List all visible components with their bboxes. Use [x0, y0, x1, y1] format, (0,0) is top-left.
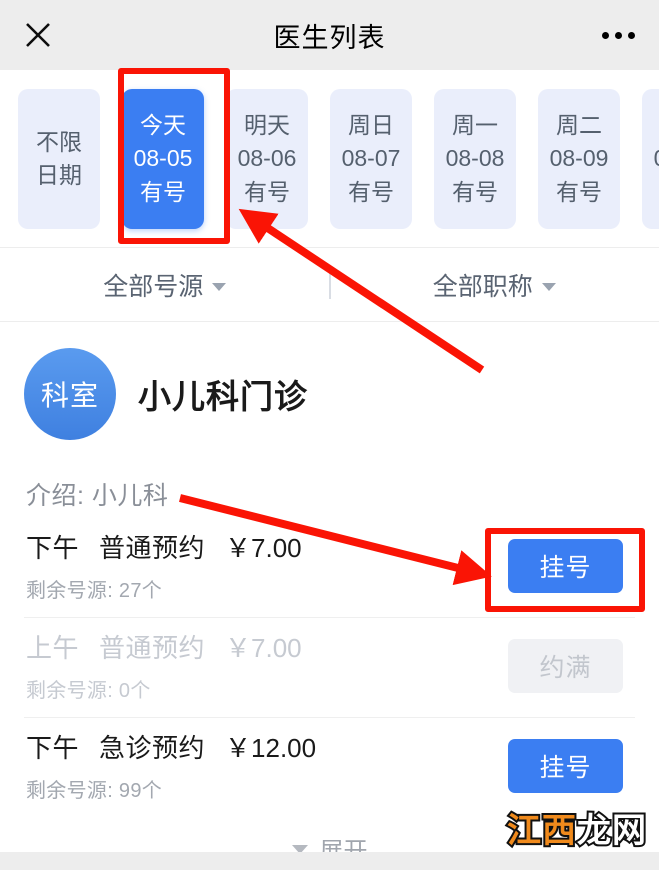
- date-chip-line2: 08-05: [133, 145, 193, 172]
- slot-type: 急诊预约: [99, 733, 206, 763]
- more-horizontal-icon[interactable]: [595, 20, 641, 50]
- date-chip-line2: 日期: [36, 162, 82, 188]
- avatar-label: 科室: [40, 380, 99, 411]
- slot-info: 下午 普通预约 ￥7.00 剩余号源: 27个: [24, 528, 508, 603]
- date-chip[interactable]: 周三08-10有号: [642, 88, 659, 229]
- department-card: 科室 小儿科门诊 介绍: 小儿科 下午 普通预约 ￥7.00 剩余号源: 27个 挂号上…: [0, 322, 659, 870]
- department-name: 小儿科门诊: [138, 378, 308, 415]
- date-chip[interactable]: 周一 08-08 有号: [434, 88, 516, 229]
- slot-price: ￥7.00: [225, 633, 302, 663]
- slot-full-button: 约满: [508, 638, 623, 693]
- more-dot: [614, 31, 622, 39]
- filter-divider: [328, 270, 331, 299]
- date-chip-line3: 有号: [244, 178, 290, 205]
- slot-list: 下午 普通预约 ￥7.00 剩余号源: 27个 挂号 上午 普通预约 ￥7.00 剩余号源: 0…: [24, 518, 635, 817]
- date-strip[interactable]: 不限日期 今天 08-05 有号 明天 08-06 有号 周日 08-07 有号 周一 08-08 有号…: [0, 70, 659, 248]
- slot-price: ￥7.00: [225, 533, 302, 563]
- date-chip-line1: 不限: [36, 128, 82, 155]
- slot-row: 下午 急诊预约 ￥12.00 剩余号源: 99个 挂号: [24, 718, 635, 817]
- slot-register-button[interactable]: 挂号: [508, 538, 623, 593]
- slot-type: 普通预约: [99, 633, 206, 663]
- slot-summary: 下午 普通预约 ￥7.00: [26, 528, 508, 565]
- date-chip-line2: 08-10: [654, 145, 659, 171]
- slot-row: 上午 普通预约 ￥7.00 剩余号源: 0个 约满: [24, 618, 635, 718]
- slot-remaining: 剩余号源: 99个: [26, 780, 163, 802]
- date-chip-line1: 今天: [140, 111, 186, 138]
- filter-title-label: 全部职称: [432, 272, 533, 301]
- department-intro: 介绍: 小儿科: [26, 482, 169, 510]
- filter-source[interactable]: 全部号源: [0, 267, 330, 303]
- date-chip[interactable]: 不限 日期: [18, 88, 100, 229]
- slot-price: ￥12.00: [225, 733, 317, 763]
- chevron-down-icon: [541, 282, 556, 291]
- date-chip[interactable]: 周日 08-07 有号: [330, 88, 412, 229]
- slot-period: 下午: [26, 533, 80, 563]
- date-chip-line2: 08-08: [445, 145, 505, 172]
- date-chip-line3: 有号: [348, 178, 394, 205]
- date-chip-line1: 明天: [244, 111, 290, 138]
- department-header[interactable]: 科室 小儿科门诊: [24, 348, 635, 448]
- close-icon[interactable]: [18, 15, 58, 55]
- slot-summary: 下午 急诊预约 ￥12.00: [26, 728, 508, 765]
- bottom-strip: [0, 852, 659, 870]
- slot-type: 普通预约: [99, 533, 206, 563]
- date-chip-line3: 有号: [452, 178, 498, 205]
- slot-remaining: 剩余号源: 27个: [26, 580, 163, 602]
- navbar: 医生列表: [0, 0, 659, 70]
- page-title: 医生列表: [273, 22, 386, 53]
- slot-info: 上午 普通预约 ￥7.00 剩余号源: 0个: [24, 628, 508, 703]
- date-chip[interactable]: 周二 08-09 有号: [538, 88, 620, 229]
- date-chip-line3: 有号: [556, 178, 602, 205]
- slot-row: 下午 普通预约 ￥7.00 剩余号源: 27个 挂号: [24, 518, 635, 618]
- date-chip[interactable]: 今天 08-05 有号: [122, 88, 204, 229]
- more-dot: [627, 31, 635, 39]
- doctor-list-screen: 医生列表 不限日期 今天 08-05 有号 明天 08-06 有号 周日 08-07 有号 周一 08…: [0, 0, 659, 870]
- date-chip-line1: 周日: [348, 111, 394, 138]
- slot-period: 上午: [26, 633, 80, 663]
- date-chip-line1: 周二: [556, 111, 602, 138]
- slot-info: 下午 急诊预约 ￥12.00 剩余号源: 99个: [24, 728, 508, 803]
- slot-register-button[interactable]: 挂号: [508, 738, 623, 793]
- date-chip-line3: 有号: [140, 178, 186, 205]
- filter-bar: 全部号源 全部职称: [0, 248, 659, 322]
- chevron-down-icon: [212, 282, 227, 291]
- filter-source-label: 全部号源: [103, 272, 204, 301]
- date-chip[interactable]: 明天 08-06 有号: [226, 88, 308, 229]
- slot-remaining: 剩余号源: 0个: [26, 680, 151, 702]
- slot-period: 下午: [26, 733, 80, 763]
- avatar: 科室: [24, 348, 116, 440]
- date-chip-line2: 08-09: [549, 145, 609, 172]
- slot-summary: 上午 普通预约 ￥7.00: [26, 628, 508, 665]
- date-chip-line2: 08-06: [237, 145, 297, 172]
- filter-title[interactable]: 全部职称: [330, 267, 659, 303]
- date-chip-line1: 周一: [452, 111, 498, 138]
- date-chip-line2: 08-07: [341, 145, 401, 172]
- more-dot: [601, 31, 609, 39]
